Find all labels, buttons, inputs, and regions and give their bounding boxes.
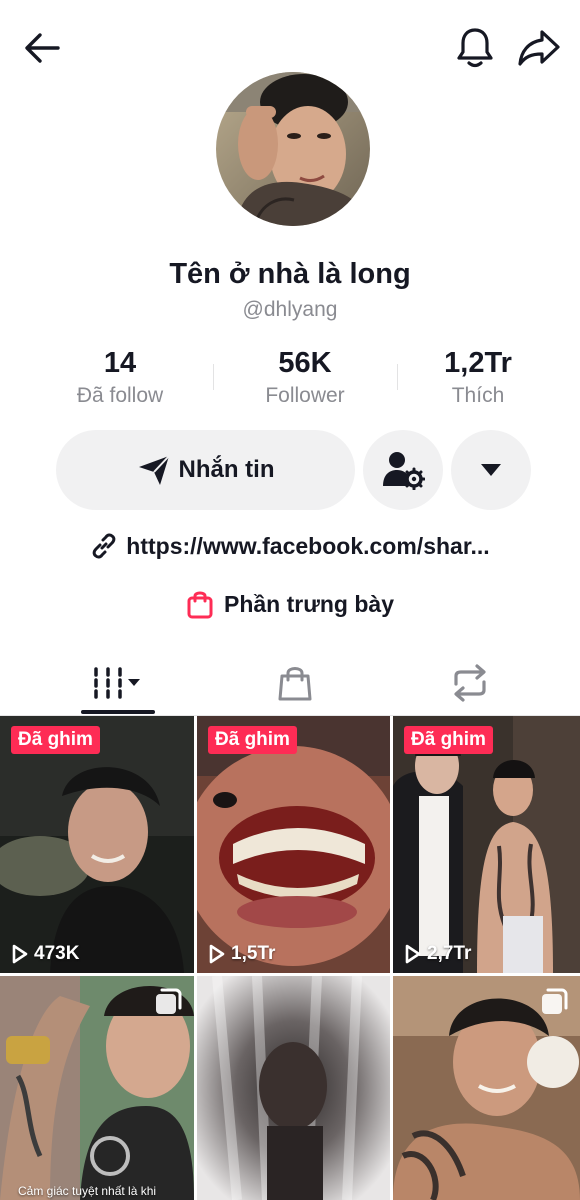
video-tile[interactable]: Đã ghim 473K [0,716,194,973]
video-thumbnail [393,716,580,973]
shopping-bag-icon [187,591,213,619]
bio-link-text: https://www.facebook.com/shar... [126,532,490,559]
video-thumbnail [197,976,390,1200]
following-label: Đã follow [76,384,164,407]
active-tab-indicator [81,710,155,714]
video-tile[interactable]: Đã ghim 2,7Tr [393,716,580,973]
following-stat[interactable]: 14 Đã follow [30,346,210,408]
back-button[interactable] [20,26,64,70]
view-count: 473K [12,943,79,965]
grid-icon [94,667,140,699]
showcase-link[interactable]: Phần trưng bày [0,587,580,621]
view-count-text: 473K [34,943,80,964]
view-count-text: 1,5Tr [231,943,276,964]
message-button-label: Nhắn tin [178,456,275,483]
dropdown-icon [481,464,501,476]
video-thumbnail [0,716,194,973]
multi-photo-badge [154,988,182,1021]
video-tile[interactable]: Cảm giác tuyệt nhất là khi [0,976,194,1200]
notifications-button[interactable] [452,24,498,70]
back-arrow-icon [25,33,60,63]
repost-icon [454,664,486,702]
video-tile[interactable] [393,976,580,1200]
profile-handle: @dhlyang [242,298,338,321]
link-icon [92,533,116,559]
photos-icon [156,988,182,1014]
message-button[interactable]: Nhắn tin [56,430,355,510]
multi-photo-badge [540,988,568,1021]
tab-videos[interactable] [81,650,155,716]
shopping-bag-icon [278,667,312,701]
pinned-badge: Đã ghim [11,726,100,754]
bell-icon [457,28,493,68]
video-tile[interactable]: Đã ghim 1,5Tr [197,716,390,973]
video-tile[interactable] [197,976,390,1200]
add-friend-button[interactable] [363,430,443,510]
followers-label: Follower [265,384,345,407]
video-grid: Đã ghim 473K Đã ghim 1,5Tr Đã ghim 2,7Tr… [0,716,580,1200]
play-icon [405,944,421,964]
user-settings-icon [383,452,425,490]
share-icon [518,30,560,66]
view-count: 1,5Tr [209,943,275,965]
pinned-badge: Đã ghim [208,726,297,754]
stats-row: 14 Đã follow 56K Follower 1,2Tr Thích [0,346,580,416]
share-button[interactable] [515,24,563,70]
tab-shop[interactable] [258,650,332,716]
more-options-button[interactable] [451,430,531,510]
likes-stat[interactable]: 1,2Tr Thích [388,346,568,408]
photos-icon [542,988,568,1014]
content-tabs [0,650,580,716]
play-icon [209,944,225,964]
stat-divider [213,364,214,390]
profile-name: Tên ở nhà là long [169,258,411,290]
avatar[interactable] [216,72,370,226]
tab-reposts[interactable] [433,650,507,716]
followers-stat[interactable]: 56K Follower [215,346,395,408]
video-caption: Cảm giác tuyệt nhất là khi [18,1184,157,1198]
play-icon [12,944,28,964]
likes-label: Thích [451,384,505,407]
followers-count: 56K [278,347,332,379]
send-icon [138,455,170,485]
bio-link[interactable]: https://www.facebook.com/shar... [0,530,580,562]
view-count: 2,7Tr [405,943,471,965]
pinned-badge: Đã ghim [404,726,493,754]
showcase-label: Phần trưng bày [223,590,394,617]
following-count: 14 [103,347,137,379]
likes-count: 1,2Tr [444,347,512,379]
action-buttons: Nhắn tin [0,430,580,510]
view-count-text: 2,7Tr [427,943,472,964]
video-thumbnail [197,716,390,973]
